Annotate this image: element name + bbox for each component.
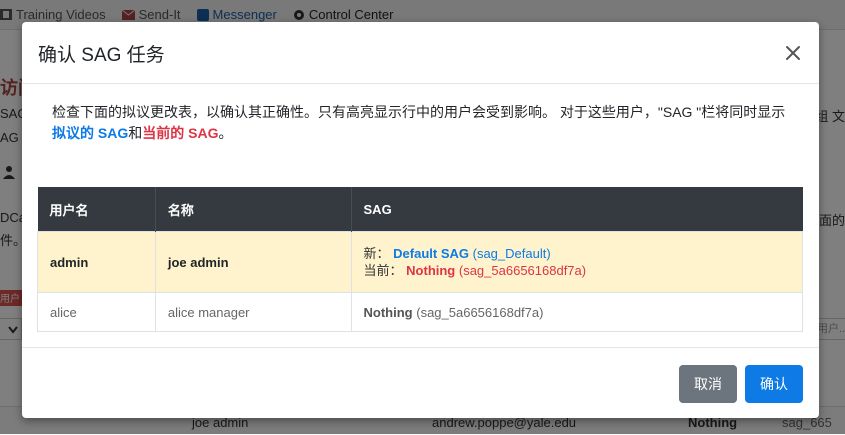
cell-username: alice	[37, 292, 156, 332]
table-row: alice alice manager Nothing (sag_5a66561…	[37, 292, 804, 332]
header-username: 用户名	[37, 187, 156, 232]
intro-text: 检查下面的拟议更改表，以确认其正确性。只有高亮显示行中的用户会受到影响。 对于这…	[52, 102, 792, 144]
sag-current-name: Nothing	[406, 263, 456, 278]
sag-table: 用户名 名称 SAG admin joe admin 新： Default SA…	[37, 187, 804, 332]
intro-current-sag: 当前的 SAG	[142, 125, 219, 141]
sag-name: Nothing	[363, 304, 413, 320]
confirm-button[interactable]: 确认	[745, 365, 803, 403]
intro-end: 。	[218, 125, 233, 141]
sag-new-line: 新： Default SAG (sag_Default)	[364, 245, 790, 262]
modal-title: 确认 SAG 任务	[38, 45, 165, 66]
cell-name: joe admin	[154, 231, 352, 293]
cancel-button[interactable]: 取消	[679, 365, 737, 403]
modal-header: 确认 SAG 任务	[22, 22, 819, 84]
intro-proposed-sag: 拟议的 SAG	[52, 125, 129, 141]
cell-sag: 新： Default SAG (sag_Default) 当前： Nothing…	[350, 231, 804, 293]
sag-new-id: (sag_Default)	[472, 246, 551, 261]
sag-id: (sag_5a6656168df7a)	[416, 304, 544, 320]
intro-and: 和	[128, 125, 143, 141]
confirm-sag-modal: 确认 SAG 任务 检查下面的拟议更改表，以确认其正确性。只有高亮显示行中的用户…	[22, 22, 819, 418]
sag-current-line: 当前： Nothing (sag_5a6656168df7a)	[364, 262, 790, 279]
cell-sag: Nothing (sag_5a6656168df7a)	[350, 292, 804, 332]
table-row: admin joe admin 新： Default SAG (sag_Defa…	[37, 231, 804, 293]
close-icon	[786, 46, 800, 60]
cell-username: admin	[37, 231, 156, 293]
intro-main: 检查下面的拟议更改表，以确认其正确性。只有高亮显示行中的用户会受到影响。 对于这…	[52, 104, 786, 120]
table-header-row: 用户名 名称 SAG	[37, 187, 803, 232]
modal-footer: 取消 确认	[22, 347, 819, 418]
cell-name: alice manager	[154, 292, 352, 332]
header-sag: SAG	[351, 187, 803, 232]
sag-current-id: (sag_5a6656168df7a)	[458, 263, 587, 278]
header-name: 名称	[155, 187, 352, 232]
close-button[interactable]	[782, 42, 804, 64]
sag-new-name: Default SAG	[393, 246, 469, 261]
sag-new-prefix: 新：	[363, 246, 390, 261]
sag-current-prefix: 当前：	[363, 263, 403, 278]
modal-body: 检查下面的拟议更改表，以确认其正确性。只有高亮显示行中的用户会受到影响。 对于这…	[22, 102, 819, 332]
